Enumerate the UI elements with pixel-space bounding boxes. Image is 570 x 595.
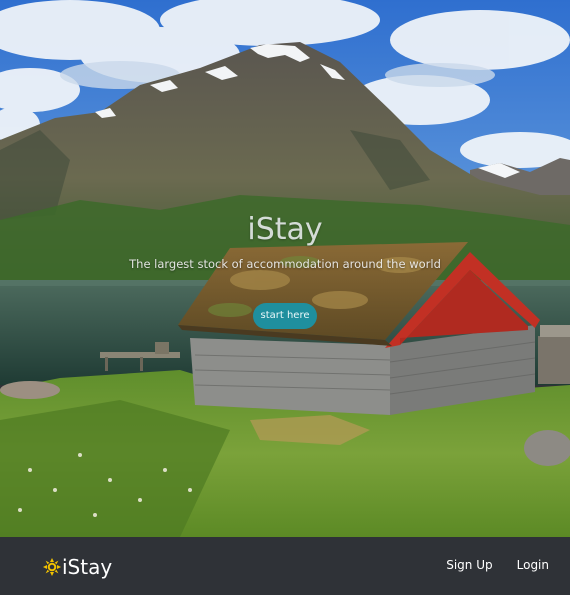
nav-links: Sign Up Login <box>446 558 549 572</box>
brand-logo[interactable]: iStay <box>43 554 112 580</box>
start-here-button[interactable]: start here <box>253 303 317 329</box>
hero-background-image <box>0 0 570 537</box>
login-link[interactable]: Login <box>517 558 549 572</box>
sun-logo-icon <box>43 558 61 576</box>
brand-name: iStay <box>62 555 113 579</box>
bottom-navbar: iStay Sign Up Login <box>0 537 570 595</box>
sign-up-link[interactable]: Sign Up <box>446 558 492 572</box>
